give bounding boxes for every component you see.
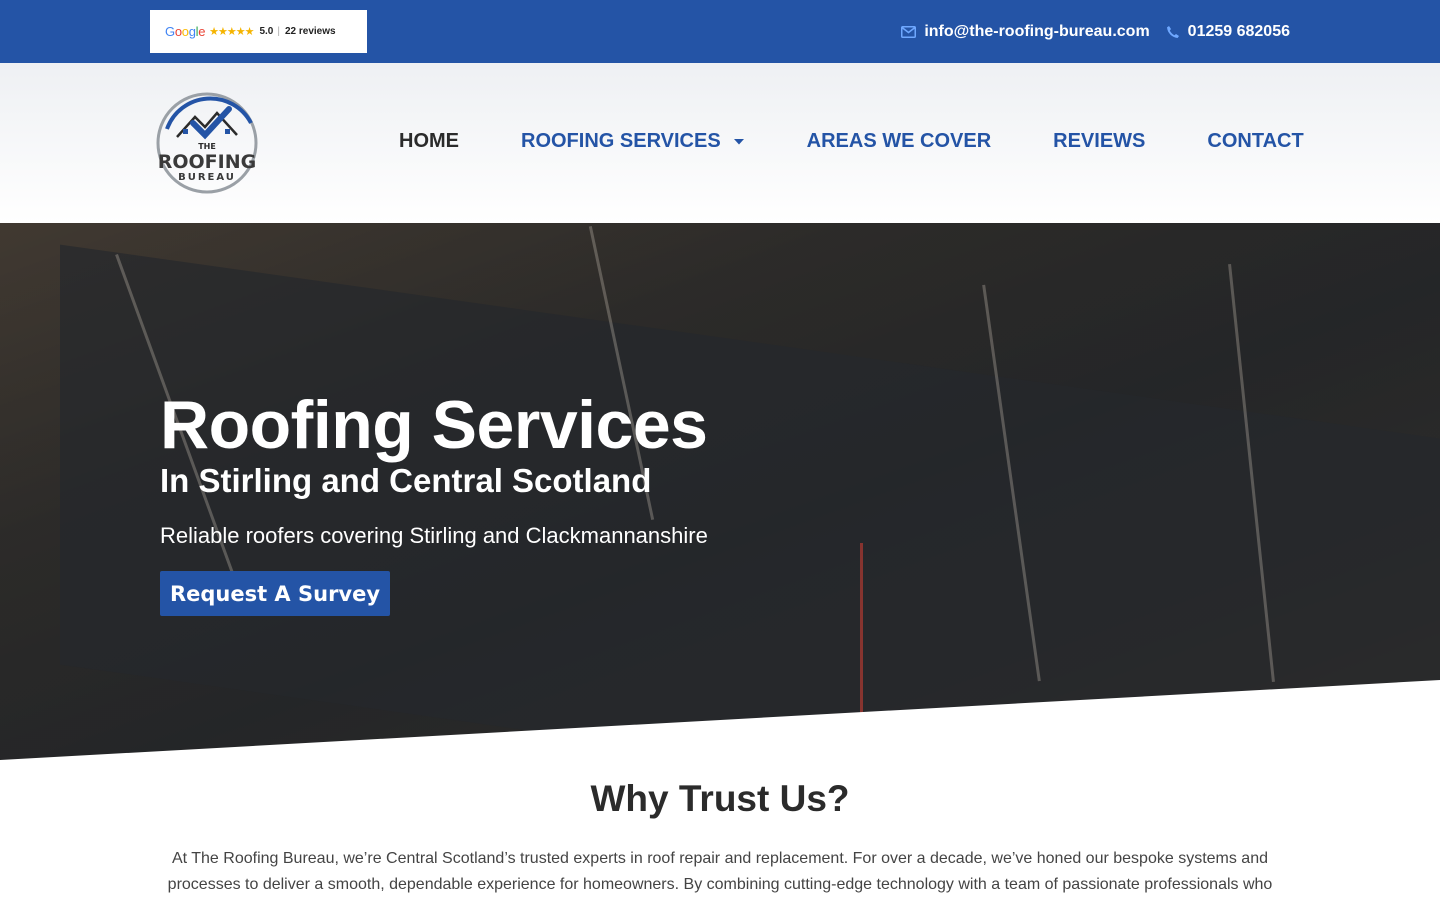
top-contact: info@the-roofing-bureau.com 01259 682056	[901, 0, 1290, 63]
site-header: THE ROOFING BUREAU HOME ROOFING SERVICES…	[0, 63, 1440, 223]
nav-label: ROOFING SERVICES	[521, 130, 721, 152]
google-letter: g	[188, 24, 196, 39]
email-address: info@the-roofing-bureau.com	[924, 22, 1150, 40]
phone-link[interactable]: 01259 682056	[1166, 23, 1290, 41]
phone-number: 01259 682056	[1187, 22, 1290, 40]
google-letter: o	[181, 24, 189, 39]
hero-title: Roofing Services	[160, 387, 708, 463]
google-letter: o	[174, 24, 182, 39]
hero-text: Reliable roofers covering Stirling and C…	[160, 523, 708, 548]
chevron-down-icon	[733, 138, 744, 144]
top-bar: Google ★★★★★ 5.0 | 22 reviews info@the-r…	[0, 0, 1440, 63]
google-logo: Google	[165, 24, 205, 39]
hero-subtitle: In Stirling and Central Scotland	[160, 462, 652, 499]
nav-label: HOME	[399, 130, 459, 152]
email-link[interactable]: info@the-roofing-bureau.com	[901, 22, 1150, 41]
star-rating-icon: ★★★★★	[209, 26, 254, 38]
nav-label: CONTACT	[1207, 130, 1304, 152]
review-count: 22 reviews	[284, 26, 336, 37]
nav-contact[interactable]: CONTACT	[1207, 130, 1303, 153]
rating-value: 5.0	[259, 26, 274, 37]
envelope-icon	[901, 25, 917, 38]
logo-text-bureau: BUREAU	[178, 172, 236, 183]
google-review-badge[interactable]: Google ★★★★★ 5.0 | 22 reviews	[150, 10, 367, 53]
nav-reviews[interactable]: REVIEWS	[1053, 130, 1145, 153]
nav-areas-we-cover[interactable]: AREAS WE COVER	[807, 130, 991, 153]
badge-separator: |	[277, 26, 280, 37]
nav-label: REVIEWS	[1053, 130, 1146, 152]
roofing-bureau-logo[interactable]: THE ROOFING BUREAU	[155, 89, 259, 197]
nav-label: AREAS WE COVER	[806, 130, 992, 152]
google-letter: G	[165, 24, 175, 39]
hero-background-roof	[60, 244, 1440, 760]
nav-home[interactable]: HOME	[399, 130, 459, 153]
logo-text-the: THE	[198, 142, 216, 151]
main-nav: HOME ROOFING SERVICES AREAS WE COVER REV…	[399, 130, 1304, 153]
request-survey-button[interactable]: Request A Survey	[160, 571, 390, 616]
why-trust-text: At The Roofing Bureau, we’re Central Sco…	[167, 850, 1273, 893]
logo-text-roofing: ROOFING	[158, 151, 256, 173]
why-trust-title: Why Trust Us?	[590, 778, 850, 819]
phone-icon	[1166, 25, 1179, 38]
google-letter: e	[198, 24, 206, 39]
nav-roofing-services[interactable]: ROOFING SERVICES	[521, 130, 745, 153]
